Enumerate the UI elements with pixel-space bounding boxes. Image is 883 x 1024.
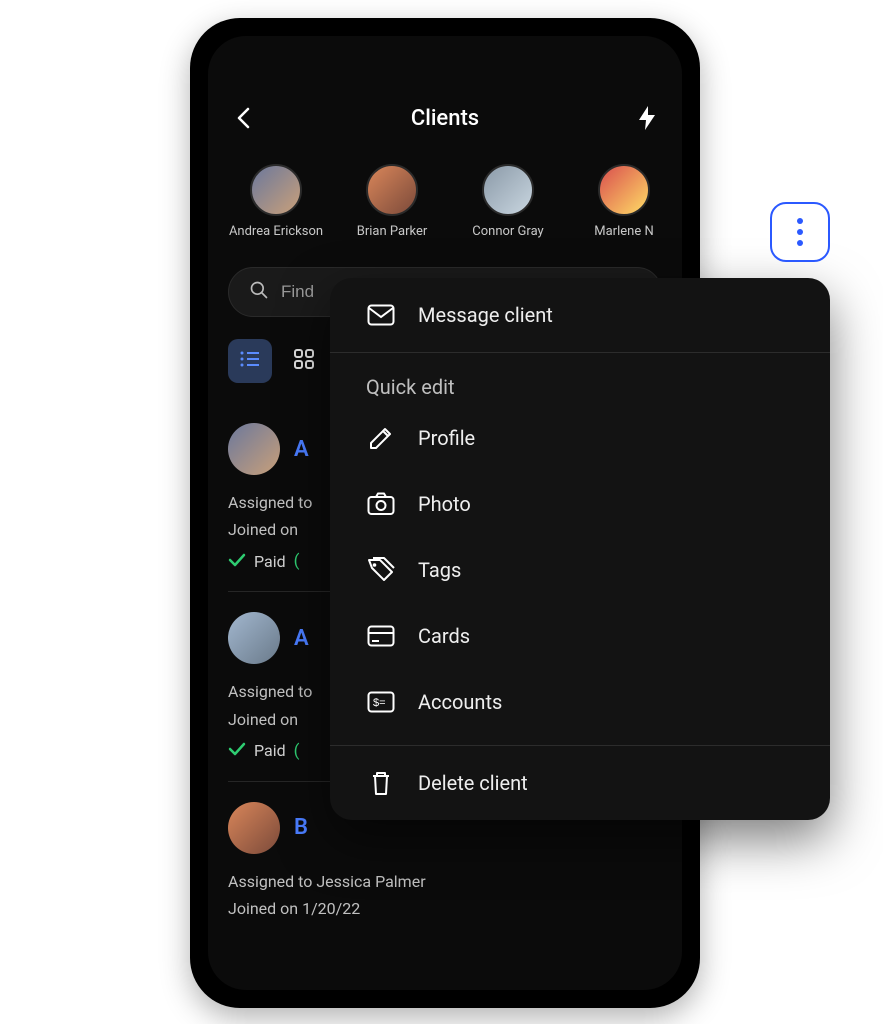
avatar-name: Connor Gray [472, 224, 543, 239]
avatar-name: Brian Parker [357, 224, 428, 239]
menu-item-label: Profile [418, 426, 475, 450]
avatars-row: Andrea Erickson Brian Parker Connor Gray… [228, 164, 662, 239]
trash-icon [366, 768, 396, 798]
more-icon [797, 218, 803, 246]
bolt-icon[interactable] [632, 103, 662, 133]
client-avatar [228, 802, 280, 854]
client-name: A [294, 437, 309, 462]
client-avatar [228, 423, 280, 475]
menu-item-label: Cards [418, 624, 470, 648]
menu-photo[interactable]: Photo [330, 471, 830, 537]
accounts-icon: $= [366, 687, 396, 717]
client-name: B [294, 815, 308, 840]
back-icon[interactable] [228, 103, 258, 133]
check-icon [228, 552, 246, 571]
menu-group: Profile Photo Tags Cards $= Accounts [330, 405, 830, 745]
grid-icon [294, 349, 314, 373]
client-joined: Joined on 1/20/22 [228, 895, 662, 922]
avatar-item[interactable]: Brian Parker [344, 164, 440, 239]
avatar [250, 164, 302, 216]
avatar [598, 164, 650, 216]
menu-item-label: Message client [418, 303, 553, 327]
search-icon [249, 280, 269, 304]
menu-profile[interactable]: Profile [330, 405, 830, 471]
avatar [366, 164, 418, 216]
context-menu: Message client Quick edit Profile Photo … [330, 278, 830, 820]
menu-message-client[interactable]: Message client [330, 278, 830, 352]
menu-item-label: Delete client [418, 771, 528, 795]
menu-delete-client[interactable]: Delete client [330, 746, 830, 820]
avatar [482, 164, 534, 216]
menu-item-label: Accounts [418, 690, 502, 714]
header: Clients [228, 96, 662, 140]
menu-item-label: Photo [418, 492, 471, 516]
camera-icon [366, 489, 396, 519]
paid-label: Paid [254, 552, 286, 571]
client-name: A [294, 626, 309, 651]
more-button[interactable] [770, 202, 830, 262]
envelope-icon [366, 300, 396, 330]
client-avatar [228, 612, 280, 664]
page-title: Clients [411, 106, 479, 131]
avatar-item[interactable]: Marlene N [576, 164, 662, 239]
menu-tags[interactable]: Tags [330, 537, 830, 603]
menu-cards[interactable]: Cards [330, 603, 830, 669]
avatar-item[interactable]: Connor Gray [460, 164, 556, 239]
list-icon [239, 350, 261, 372]
avatar-name: Andrea Erickson [229, 224, 323, 239]
pencil-icon [366, 423, 396, 453]
menu-accounts[interactable]: $= Accounts [330, 669, 830, 735]
status-extra: ( [294, 741, 300, 761]
status-extra: ( [294, 551, 300, 571]
menu-section-label: Quick edit [330, 353, 830, 405]
avatar-name: Marlene N [594, 224, 653, 239]
paid-label: Paid [254, 741, 286, 760]
grid-view-button[interactable] [282, 339, 326, 383]
menu-item-label: Tags [418, 558, 461, 582]
avatar-item[interactable]: Andrea Erickson [228, 164, 324, 239]
list-view-button[interactable] [228, 339, 272, 383]
client-assigned: Assigned to Jessica Palmer [228, 868, 662, 895]
check-icon [228, 741, 246, 760]
card-icon [366, 621, 396, 651]
tag-icon [366, 555, 396, 585]
svg-text:$=: $= [373, 697, 386, 709]
